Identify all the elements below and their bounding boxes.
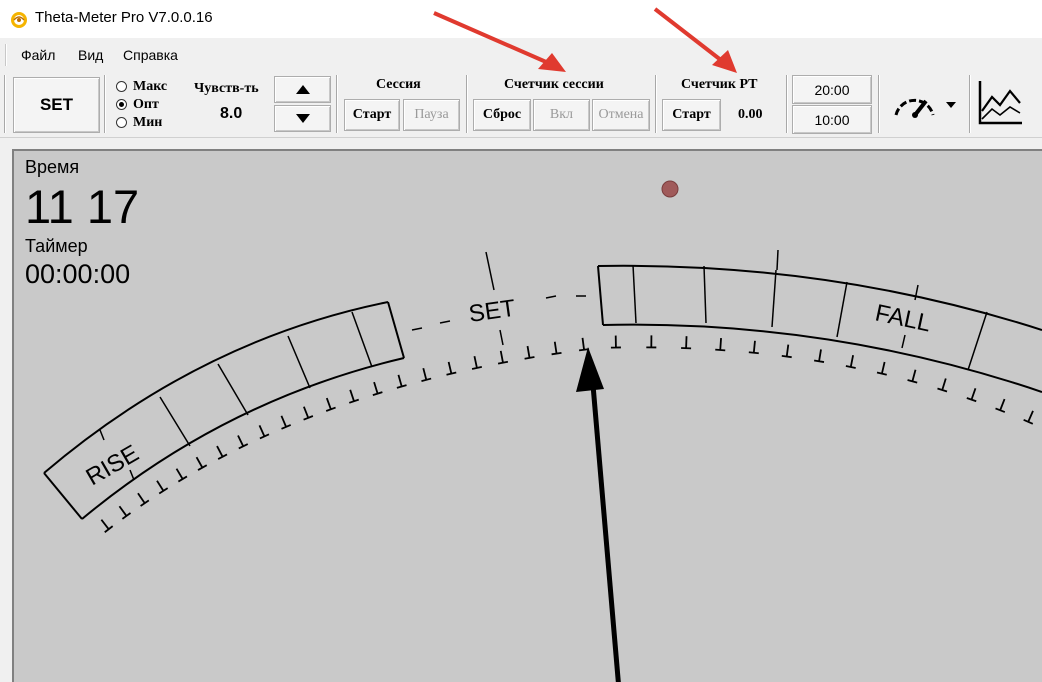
scale-tick	[715, 337, 726, 352]
scale-tick	[372, 381, 383, 396]
scale-tick	[348, 389, 360, 404]
radio-min-label: Мин	[133, 114, 163, 130]
scale-tick	[471, 355, 483, 370]
window-title: Theta-Meter Pro V7.0.0.16	[35, 9, 213, 26]
radio-opt-circle[interactable]	[116, 99, 127, 110]
menu-bar: Файл Вид Справка	[0, 38, 1042, 71]
scale-tick	[610, 335, 621, 349]
separator	[786, 75, 788, 133]
menu-grip	[5, 44, 7, 66]
scale-tick	[995, 398, 1006, 413]
scale-tick	[907, 369, 918, 384]
separator	[104, 75, 106, 133]
session-counter-reset-button[interactable]: Сброс	[473, 99, 531, 131]
sensitivity-down-button[interactable]	[274, 105, 331, 132]
scale-tick	[845, 355, 856, 369]
arrow-down-icon	[295, 114, 310, 123]
status-indicator-dot	[661, 180, 679, 198]
separator	[969, 75, 971, 133]
scale-tick	[325, 397, 336, 412]
dial-rise-label: RISE	[82, 440, 144, 491]
separator	[336, 75, 338, 133]
toolbar: SET Макс Опт Мин Чувств-ть 8.0 Сессия Ст…	[0, 71, 1042, 138]
scale-tick	[646, 335, 657, 349]
scale-tick	[421, 367, 432, 382]
scale-tick	[1023, 410, 1034, 425]
pt-counter-value: 0.00	[738, 107, 763, 122]
menu-help[interactable]: Справка	[123, 47, 178, 63]
session-pause-button[interactable]: Пауза	[403, 99, 460, 131]
radio-opt-label: Опт	[133, 96, 159, 112]
scale-tick	[966, 388, 977, 403]
scale-tick	[937, 378, 948, 393]
chart-view-button[interactable]	[976, 77, 1026, 129]
chevron-down-icon	[946, 102, 956, 108]
scale-tick	[237, 435, 249, 450]
scale-tick	[524, 345, 535, 360]
menu-view[interactable]: Вид	[78, 47, 103, 63]
scale-tick	[156, 480, 169, 495]
toolbar-grip	[4, 75, 6, 133]
pt-counter-start-button[interactable]: Старт	[662, 99, 721, 131]
scale-tick	[280, 415, 292, 430]
scale-tick	[497, 350, 509, 365]
scale-tick	[195, 456, 208, 471]
meter-needle	[590, 384, 621, 682]
meter-frame: Время 11 17 Таймер 00:00:00 RISE SET FAL…	[0, 139, 1042, 682]
sensitivity-value: 8.0	[220, 105, 243, 122]
scale-tick	[781, 344, 792, 359]
gauge-icon	[894, 98, 935, 118]
scale-tick	[813, 349, 825, 363]
arrow-up-icon	[295, 85, 310, 94]
title-bar: Theta-Meter Pro V7.0.0.16	[0, 0, 1042, 38]
gauge-dropdown-button[interactable]	[886, 81, 962, 125]
separator	[878, 75, 880, 133]
scale-tick	[578, 337, 590, 352]
scale-tick	[396, 374, 407, 389]
meter-needle-tip	[576, 347, 604, 392]
scale-tick	[137, 492, 150, 507]
sensitivity-label: Чувств-ть	[194, 81, 259, 96]
session-counter-cancel-button[interactable]: Отмена	[592, 99, 650, 131]
pt-counter-label: Счетчик РТ	[681, 77, 758, 92]
meter-dial: RISE SET FALL	[43, 180, 1042, 682]
time-10-button[interactable]: 10:00	[792, 105, 872, 134]
scale-tick	[258, 425, 270, 440]
separator	[466, 75, 468, 133]
session-counter-on-button[interactable]: Вкл	[533, 99, 590, 131]
meter-panel: Время 11 17 Таймер 00:00:00 RISE SET FAL…	[12, 149, 1042, 682]
scale-tick	[303, 406, 314, 421]
scale-tick	[551, 341, 562, 356]
scale-tick	[100, 519, 114, 533]
scale-tick	[118, 505, 132, 520]
app-logo-icon	[11, 12, 27, 28]
session-counter-label: Счетчик сессии	[504, 77, 604, 92]
radio-max[interactable]: Макс	[116, 78, 167, 95]
dial-set-label: SET	[467, 295, 517, 328]
radio-max-label: Макс	[133, 78, 168, 94]
scale-tick	[876, 361, 887, 376]
radio-min-circle[interactable]	[116, 117, 127, 128]
session-label: Сессия	[376, 77, 421, 92]
sensitivity-up-button[interactable]	[274, 76, 331, 103]
scale-tick	[216, 445, 228, 460]
radio-max-circle[interactable]	[116, 81, 127, 92]
scale-tick	[175, 468, 188, 483]
scale-tick	[748, 340, 759, 355]
separator	[655, 75, 657, 133]
radio-opt[interactable]: Опт	[116, 96, 159, 113]
line-chart-icon	[978, 81, 1022, 125]
scale-tick	[446, 361, 457, 376]
session-start-button[interactable]: Старт	[344, 99, 400, 131]
menu-file[interactable]: Файл	[21, 47, 55, 63]
radio-min[interactable]: Мин	[116, 114, 162, 131]
time-20-button[interactable]: 20:00	[792, 75, 872, 104]
scale-tick	[681, 336, 692, 350]
dial-fall-label: FALL	[873, 299, 933, 337]
set-button[interactable]: SET	[13, 77, 100, 133]
